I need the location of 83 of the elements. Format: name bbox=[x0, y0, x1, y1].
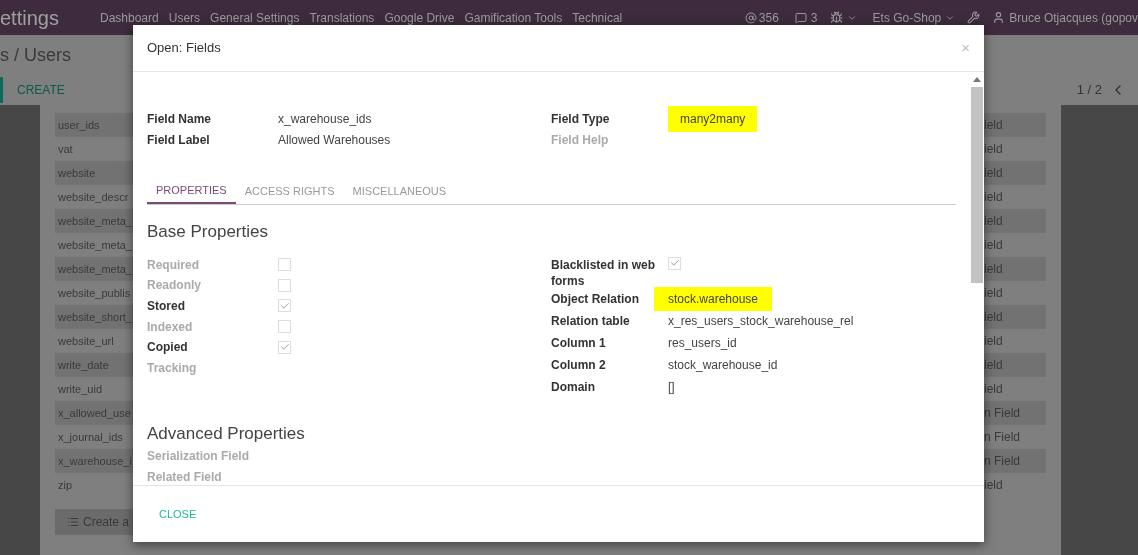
menu-link[interactable]: Dashboard bbox=[95, 8, 164, 27]
mentions-counter[interactable]: 356 bbox=[758, 8, 779, 27]
menu-link[interactable]: General Settings bbox=[205, 8, 305, 27]
checkmark-icon bbox=[279, 342, 290, 353]
menu-link[interactable]: Technical bbox=[567, 8, 628, 27]
tab[interactable]: MISCELLANEOUS bbox=[343, 178, 456, 204]
table-cell-text: ield bbox=[984, 141, 1004, 158]
field-label: Column 2 bbox=[551, 356, 607, 373]
field-value: stock_warehouse_id bbox=[667, 356, 779, 374]
field-label: Stored bbox=[147, 298, 186, 315]
table-cell-text: ield bbox=[984, 381, 1004, 398]
field-value: many2many bbox=[668, 105, 758, 132]
table-cell-text: website_url bbox=[57, 334, 115, 349]
field-label: Field Name bbox=[147, 110, 213, 128]
table-cell-text: vat bbox=[57, 142, 74, 157]
table-cell-text: n Field bbox=[984, 429, 1022, 446]
app-title: ettings bbox=[0, 5, 60, 31]
avatar-icon[interactable] bbox=[992, 11, 1006, 24]
dialog-title: Open: Fields bbox=[147, 39, 221, 58]
field-value: Allowed Warehouses bbox=[278, 131, 391, 149]
checkbox[interactable] bbox=[278, 299, 291, 313]
bug-icon[interactable] bbox=[829, 11, 843, 24]
checkmark-icon bbox=[669, 258, 680, 268]
field-label: Copied bbox=[147, 339, 189, 357]
table-cell-text: ield bbox=[984, 237, 1004, 254]
at-sign-icon[interactable] bbox=[744, 11, 757, 24]
section-title: Advanced Properties bbox=[147, 422, 306, 445]
field-label: Field Type bbox=[551, 110, 611, 128]
field-label: Column 1 bbox=[551, 334, 607, 351]
checkbox[interactable] bbox=[278, 258, 291, 272]
field-label: Field Label bbox=[147, 131, 211, 149]
chat-icon[interactable] bbox=[794, 11, 807, 24]
checkbox[interactable] bbox=[278, 278, 291, 292]
table-cell: website_short_ bbox=[55, 305, 133, 329]
menu-link[interactable]: Google Drive bbox=[379, 8, 460, 27]
field-label: Required bbox=[147, 256, 200, 274]
field-label: Serialization Field bbox=[147, 448, 251, 465]
tab[interactable]: ACCESS RIGHTS bbox=[235, 178, 344, 204]
menu-link[interactable]: Translations bbox=[304, 8, 380, 27]
close-button[interactable]: CLOSE bbox=[148, 501, 208, 527]
breadcrumb[interactable]: s / Users bbox=[0, 41, 71, 69]
tools-icon[interactable] bbox=[967, 11, 981, 24]
list-icon bbox=[67, 516, 79, 528]
field-value: [] bbox=[667, 378, 676, 396]
table-cell-text: ield bbox=[984, 189, 1004, 206]
field-label: Readonly bbox=[147, 277, 202, 295]
scrollbar-thumb[interactable] bbox=[971, 87, 983, 283]
checkbox[interactable] bbox=[668, 256, 681, 270]
field-label: Domain bbox=[551, 378, 596, 395]
table-cell: x_allowed_use bbox=[55, 401, 133, 425]
field-label: Related Field bbox=[147, 468, 223, 485]
checkmark-icon bbox=[279, 301, 290, 311]
checkbox[interactable] bbox=[278, 320, 291, 334]
field-value: res_users_id bbox=[667, 334, 738, 352]
menu-link[interactable]: Users bbox=[163, 8, 206, 27]
messages-counter[interactable]: 3 bbox=[810, 8, 818, 27]
user-menu[interactable]: Bruce Otjacques (gopov bbox=[1009, 8, 1138, 27]
pager-text: 1 / 2 bbox=[1076, 81, 1102, 100]
tab[interactable]: PROPERTIES bbox=[147, 178, 236, 204]
scroll-up-icon[interactable] bbox=[973, 77, 981, 82]
section-title: Base Properties bbox=[147, 221, 269, 243]
table-cell-text: website_descr bbox=[57, 190, 130, 205]
table-cell-text: write_uid bbox=[57, 382, 104, 397]
field-label: Blacklisted in web forms bbox=[551, 256, 657, 289]
field-label: Indexed bbox=[147, 318, 194, 336]
field-label: Tracking bbox=[147, 359, 198, 377]
table-cell-text: ield bbox=[984, 477, 1004, 494]
table-cell-text: x_journal_ids bbox=[57, 430, 124, 445]
field-label: Object Relation bbox=[551, 290, 640, 307]
checkbox[interactable] bbox=[278, 340, 291, 354]
table-cell-text: ield bbox=[984, 285, 1004, 302]
field-value: x_res_users_stock_warehouse_rel bbox=[667, 312, 855, 330]
table-cell-text: website_publis bbox=[57, 286, 132, 301]
table-cell: x_warehouse_i bbox=[55, 449, 133, 473]
company-switcher[interactable]: Ets Go-Shop bbox=[868, 8, 946, 27]
table-cell-text: ield bbox=[984, 333, 1004, 350]
table-cell-text: website_meta_ bbox=[57, 238, 133, 253]
menu-link[interactable]: Gamification Tools bbox=[459, 8, 568, 27]
table-cell-text: zip bbox=[57, 478, 74, 493]
field-value: x_warehouse_ids bbox=[278, 110, 372, 128]
field-value: stock.warehouse bbox=[654, 286, 773, 311]
field-label: Relation table bbox=[551, 312, 631, 329]
field-label: Field Help bbox=[551, 131, 610, 149]
